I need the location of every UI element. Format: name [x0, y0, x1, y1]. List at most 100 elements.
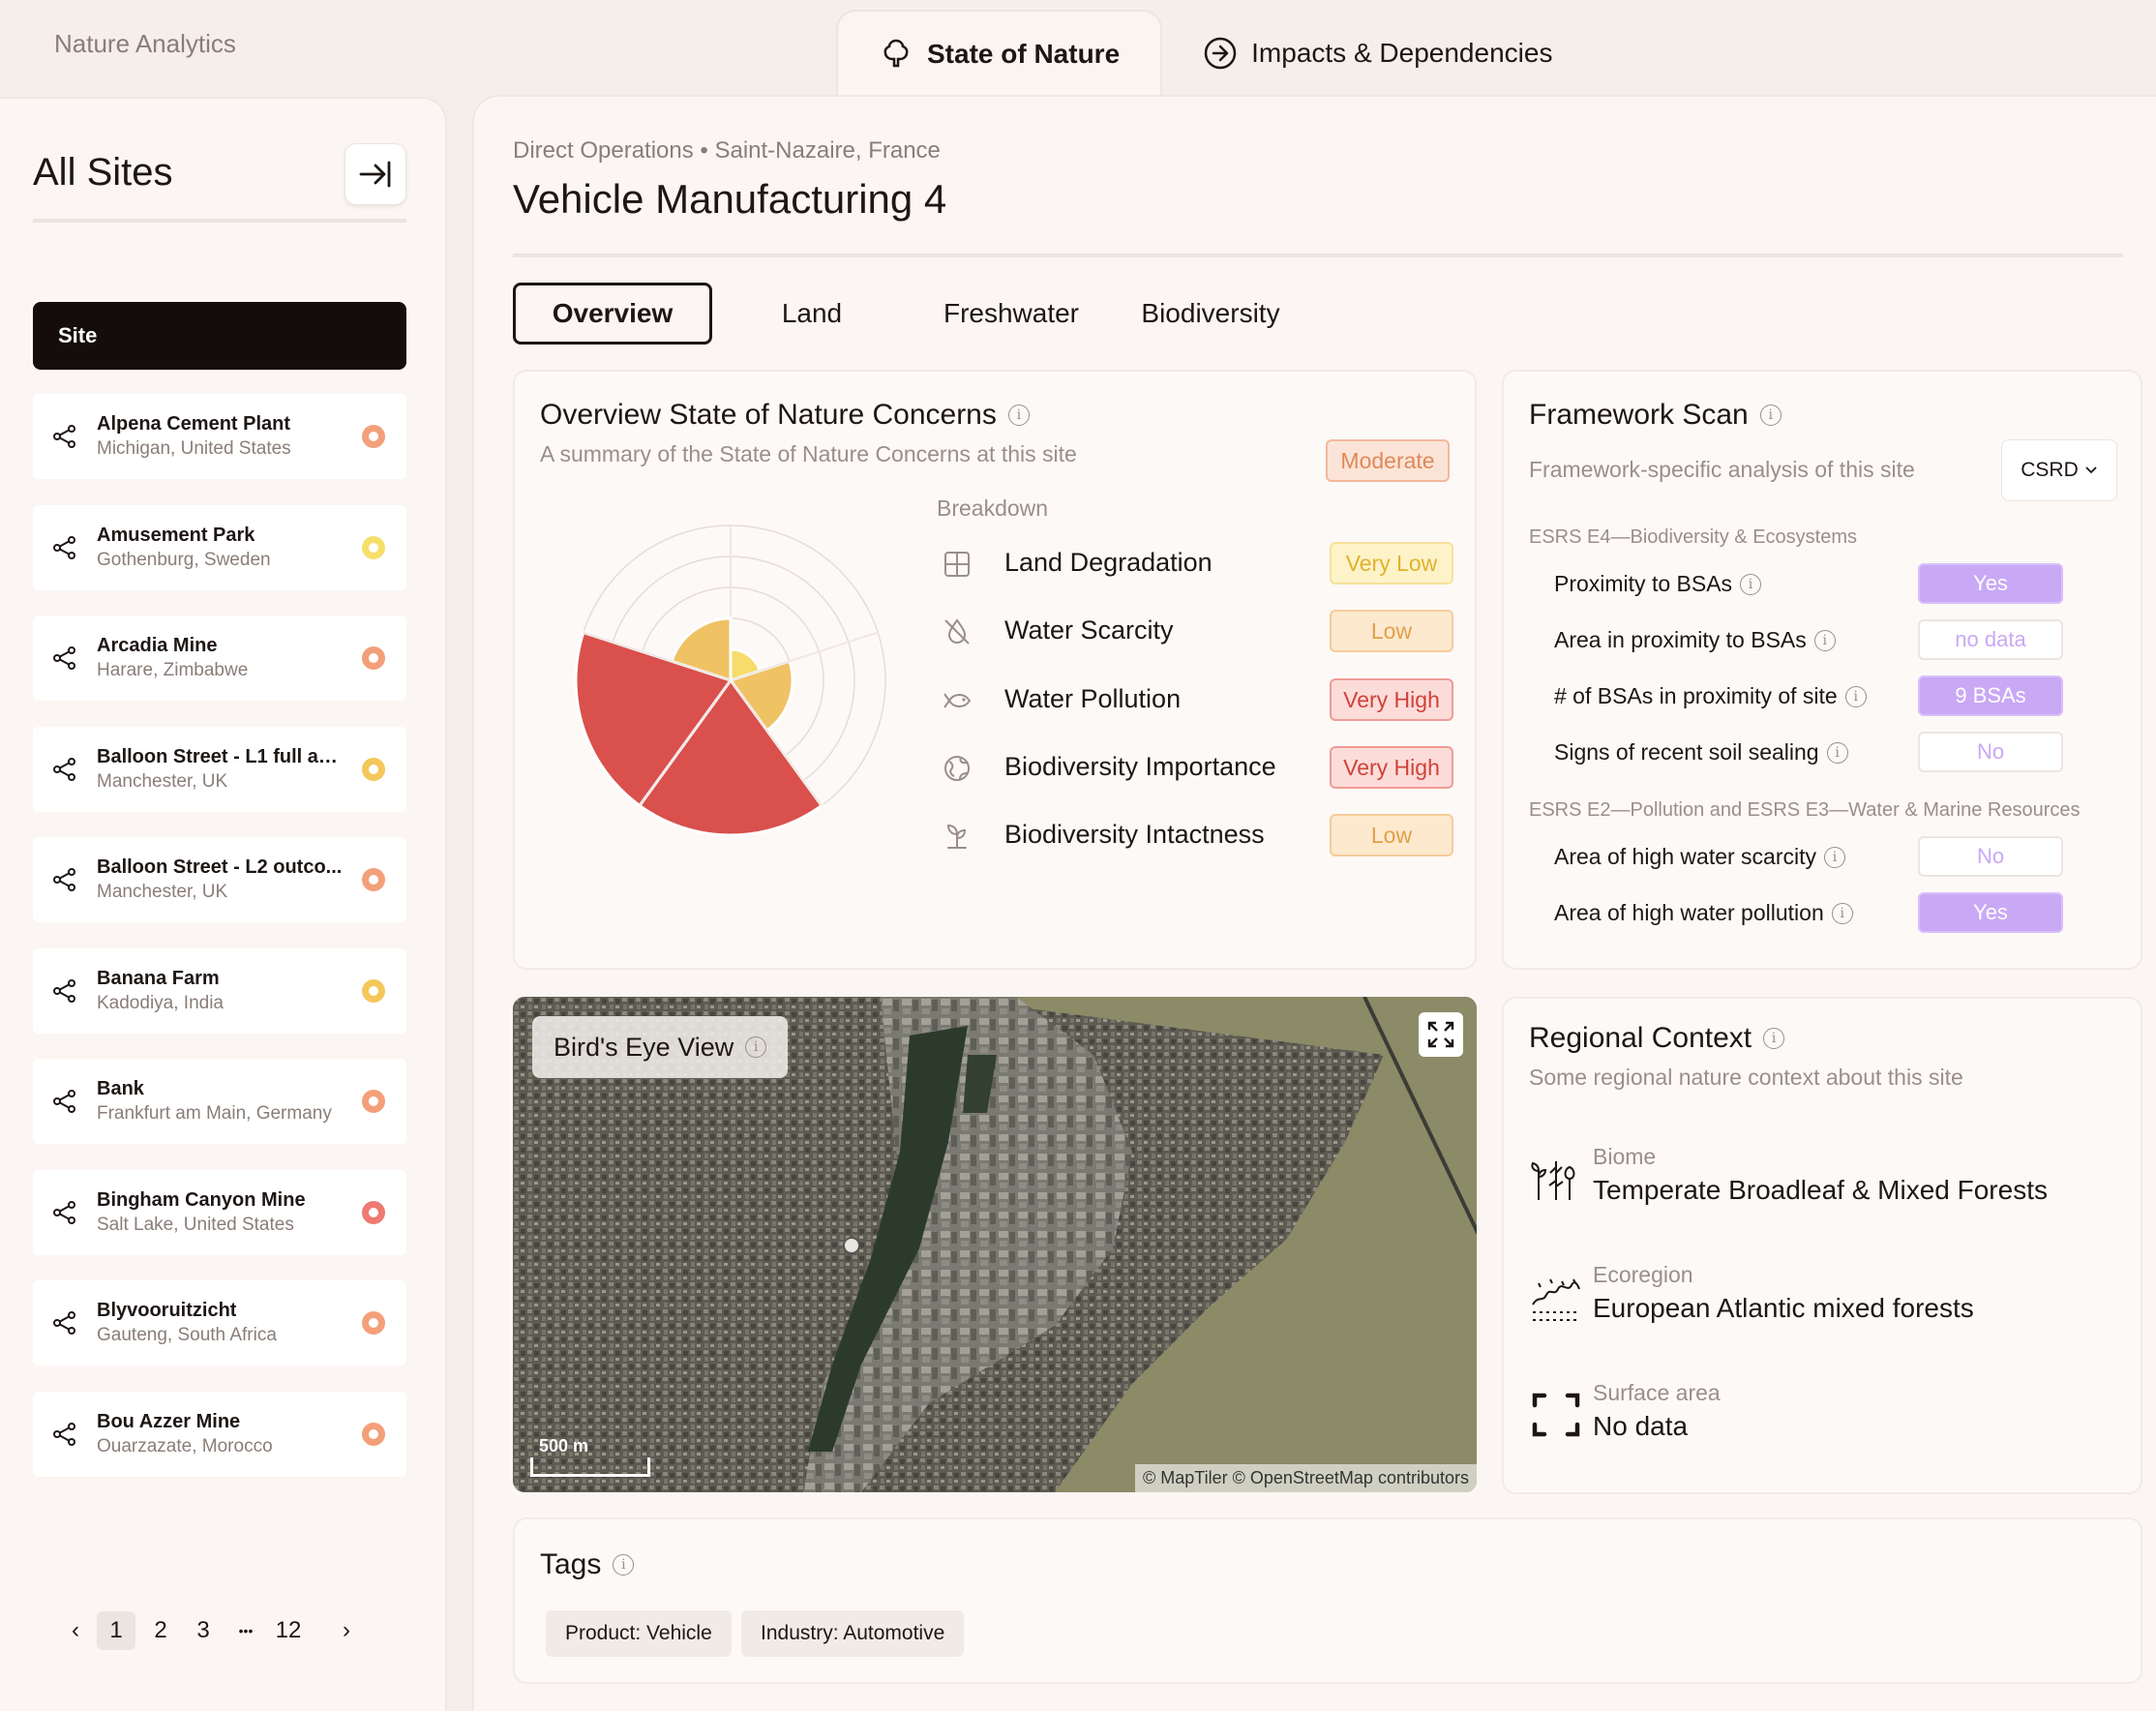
info-icon[interactable]: i	[1763, 1028, 1785, 1049]
next-page-button[interactable]: ›	[325, 1611, 368, 1650]
site-list-item[interactable]: Arcadia Mine Harare, Zimbabwe	[33, 615, 406, 701]
breakdown-label: Breakdown	[937, 495, 1049, 521]
site-list-item[interactable]: Balloon Street - L1 full ad... Manchester…	[33, 726, 406, 812]
expand-map-button[interactable]	[1419, 1012, 1463, 1057]
tab-biodiversity[interactable]: Biodiversity	[1111, 283, 1310, 345]
info-icon[interactable]: i	[1844, 685, 1867, 707]
birds-eye-map[interactable]: Bird's Eye View i 500 m © MapTiler © Ope…	[513, 997, 1477, 1492]
page-1-button[interactable]: 1	[97, 1611, 135, 1650]
tag[interactable]: Product: Vehicle	[546, 1610, 732, 1657]
prev-page-button[interactable]: ‹	[54, 1611, 97, 1650]
regional-item-key: Biome	[1593, 1144, 1657, 1169]
sub-tabs: Overview Land Freshwater Biodiversity	[513, 283, 1310, 345]
site-list-item[interactable]: Bou Azzer Mine Ouarzazate, Morocco	[33, 1391, 406, 1477]
sidebar: All Sites Site Alpena Cement Plant Michig…	[0, 97, 447, 1711]
info-icon[interactable]: i	[745, 1036, 767, 1058]
site-location: Ouarzazate, Morocco	[97, 1435, 273, 1456]
overview-title-row: Overview State of Nature Concerns i	[540, 399, 1030, 432]
share-network-icon	[53, 1422, 75, 1446]
regional-context-card: Regional Context i Some regional nature …	[1502, 997, 2142, 1494]
framework-title-row: Framework Scan i	[1529, 399, 1782, 432]
collapse-sidebar-button[interactable]	[344, 143, 406, 205]
level-badge: Very High	[1330, 746, 1453, 789]
page-ellipsis: •••	[238, 1623, 254, 1638]
level-badge: Low	[1330, 814, 1453, 856]
site-name: Balloon Street - L2 outco...	[97, 856, 343, 878]
framework-row: Area in proximity to BSAs i no data	[1554, 619, 2063, 660]
framework-row: Area of high water pollution i Yes	[1554, 892, 2063, 933]
site-list-item[interactable]: Blyvooruitzicht Gauteng, South Africa	[33, 1280, 406, 1366]
framework-row-label: Area in proximity to BSAs	[1554, 627, 1807, 652]
tab-overview[interactable]: Overview	[513, 283, 712, 345]
framework-row: Signs of recent soil sealing i No	[1554, 732, 2063, 772]
top-tabs: State of Nature Impacts & Dependencies	[836, 10, 1593, 97]
info-icon[interactable]: i	[613, 1554, 635, 1576]
site-list-item[interactable]: Amusement Park Gothenburg, Sweden	[33, 504, 406, 590]
site-list-item[interactable]: Banana Farm Kadodiya, India	[33, 947, 406, 1034]
site-location: Salt Lake, United States	[97, 1214, 294, 1235]
map-attribution[interactable]: © MapTiler © OpenStreetMap contributors	[1135, 1464, 1477, 1492]
share-network-icon	[53, 868, 75, 891]
regional-title-row: Regional Context i	[1529, 1022, 1785, 1055]
site-status-indicator	[362, 978, 385, 1003]
info-icon[interactable]: i	[1007, 405, 1030, 426]
framework-scan-card: Framework Scan i Framework-specific anal…	[1502, 370, 2142, 970]
page-2-button[interactable]: 2	[139, 1611, 182, 1650]
framework-row-value: Yes	[1918, 892, 2063, 933]
info-icon[interactable]: i	[1813, 629, 1836, 651]
tab-state-of-nature[interactable]: State of Nature	[836, 10, 1163, 97]
info-icon[interactable]: i	[1824, 846, 1846, 868]
framework-subtitle: Framework-specific analysis of this site	[1529, 457, 1915, 482]
site-list-item[interactable]: Bingham Canyon Mine Salt Lake, United Sta…	[33, 1169, 406, 1255]
site-name: Amusement Park	[97, 524, 255, 546]
regional-item-key: Ecoregion	[1593, 1262, 1693, 1287]
info-icon[interactable]: i	[1826, 741, 1848, 764]
breakdown-row-biodiversity-intactness[interactable]: Biodiversity Intactness Low	[941, 812, 1453, 860]
site-list-item[interactable]: Alpena Cement Plant Michigan, United Stat…	[33, 394, 406, 479]
share-network-icon	[53, 425, 75, 448]
breakdown-row-land-degradation[interactable]: Land Degradation Very Low	[941, 540, 1453, 588]
site-list-item[interactable]: Bank Frankfurt am Main, Germany	[33, 1059, 406, 1144]
tag[interactable]: Industry: Automotive	[741, 1610, 965, 1657]
fish-icon	[943, 693, 971, 708]
breakdown-name: Land Degradation	[1004, 548, 1213, 577]
tab-land[interactable]: Land	[712, 283, 912, 345]
page-title: Vehicle Manufacturing 4	[513, 176, 947, 222]
framework-row-value: Yes	[1918, 563, 2063, 604]
share-network-icon	[53, 978, 75, 1003]
plant-icon	[946, 824, 967, 849]
site-name: Alpena Cement Plant	[97, 413, 291, 435]
globe-leaf-icon	[944, 756, 970, 781]
site-column-header[interactable]: Site	[33, 302, 406, 370]
regional-item-value: No data	[1593, 1411, 1689, 1441]
site-list-item[interactable]: Balloon Street - L2 outco... Manchester, …	[33, 837, 406, 922]
framework-row-label: # of BSAs in proximity of site	[1554, 683, 1838, 708]
tab-freshwater[interactable]: Freshwater	[912, 283, 1111, 345]
framework-row-value: no data	[1918, 619, 2063, 660]
info-icon[interactable]: i	[1740, 573, 1762, 595]
map-label: Bird's Eye View i	[532, 1016, 789, 1078]
framework-section-title: ESRS E4—Biodiversity & Ecosystems	[1529, 526, 1857, 548]
info-icon[interactable]: i	[1831, 902, 1853, 924]
page-3-button[interactable]: 3	[182, 1611, 225, 1650]
page-12-button[interactable]: 12	[267, 1611, 310, 1650]
breakdown-row-biodiversity-importance[interactable]: Biodiversity Importance Very High	[941, 744, 1453, 793]
share-network-icon	[53, 1311, 75, 1335]
breakdown-row-water-scarcity[interactable]: Water Scarcity Low	[941, 608, 1453, 656]
site-name: Balloon Street - L1 full ad...	[97, 745, 344, 767]
tab-impacts-dependencies[interactable]: Impacts & Dependencies	[1162, 10, 1593, 97]
framework-row-label: Proximity to BSAs	[1554, 571, 1733, 596]
map-label-text: Bird's Eye View	[554, 1032, 734, 1062]
grid-icon	[944, 552, 970, 577]
framework-select[interactable]: CSRD	[2001, 439, 2117, 501]
breakdown-row-water-pollution[interactable]: Water Pollution Very High	[941, 676, 1453, 725]
map-scale: 500 m	[530, 1436, 650, 1477]
sidebar-header: All Sites	[33, 143, 406, 223]
info-icon[interactable]: i	[1759, 405, 1782, 426]
site-location: Harare, Zimbabwe	[97, 660, 249, 680]
tab-label: Impacts & Dependencies	[1251, 38, 1553, 68]
regional-subtitle: Some regional nature context about this …	[1529, 1065, 1963, 1090]
share-network-icon	[53, 535, 75, 559]
share-network-icon	[53, 1200, 75, 1224]
tags-title: Tags	[540, 1548, 602, 1580]
